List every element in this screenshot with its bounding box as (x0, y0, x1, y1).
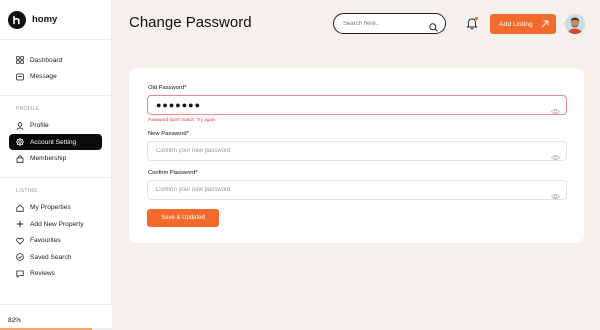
sidebar-item-label: Reviews (30, 270, 55, 277)
sidebar-item-label: Add New Property (30, 220, 84, 228)
confirm-password-field[interactable] (147, 180, 567, 200)
search-icon[interactable] (429, 19, 438, 37)
old-password-field[interactable] (147, 95, 567, 115)
progress-label: 82% (8, 317, 22, 324)
search-box[interactable] (333, 13, 446, 34)
sidebar-item-message[interactable]: Message (9, 69, 102, 85)
sidebar-item-saved-search[interactable]: Saved Search (9, 249, 102, 265)
old-password-error: Password didn't match, Try again (148, 117, 216, 122)
old-password-input[interactable] (156, 100, 546, 110)
confirm-password-input[interactable] (156, 187, 546, 193)
add-listing-button[interactable]: Add Listing (490, 14, 556, 34)
sidebar-item-profile[interactable]: Profile (9, 118, 102, 134)
brand[interactable]: homy (0, 0, 111, 40)
user-icon (16, 121, 24, 130)
sidebar-item-label: My Properties (30, 204, 71, 211)
check-circle-icon (16, 253, 24, 261)
avatar[interactable] (565, 14, 585, 34)
eye-icon[interactable] (551, 187, 560, 205)
section-title-profile: PROFILE (16, 105, 40, 112)
new-password-input[interactable] (156, 148, 546, 154)
review-icon (16, 270, 24, 278)
sidebar-item-reviews[interactable]: Reviews (9, 266, 102, 282)
change-password-card: Old Password* Password didn't match, Try… (129, 68, 584, 243)
eye-icon[interactable] (551, 102, 560, 120)
sidebar-item-label: Saved Search (30, 253, 72, 261)
home-icon (16, 203, 24, 212)
notification-bell-icon[interactable] (466, 17, 478, 30)
grid-icon (16, 56, 24, 64)
sidebar-item-favourites[interactable]: Favourites (9, 233, 102, 249)
arrow-up-right-icon (541, 20, 549, 30)
brand-name: homy (32, 14, 58, 25)
heart-icon (16, 237, 24, 245)
page-title: Change Password (129, 14, 252, 31)
save-updated-button[interactable]: Save & Updated (147, 209, 219, 227)
sidebar-item-label: Favourites (30, 237, 61, 244)
notification-dot (475, 17, 478, 20)
sidebar-item-dashboard[interactable]: Dashboard (9, 52, 102, 68)
sidebar-item-membership[interactable]: Membership (9, 151, 102, 167)
message-icon (16, 73, 24, 81)
new-password-label: New Password* (148, 131, 189, 137)
section-title-listing: LISTING (16, 187, 38, 194)
plus-icon (16, 220, 24, 228)
profile-completion: 82% (0, 304, 112, 330)
sidebar-item-my-properties[interactable]: My Properties (9, 200, 102, 216)
eye-icon[interactable] (551, 148, 560, 166)
divider (0, 176, 111, 178)
sidebar-item-add-new-property[interactable]: Add New Property (9, 216, 102, 232)
homy-logo-icon (8, 10, 26, 29)
sidebar-item-label: Dashboard (30, 56, 63, 64)
gear-icon (16, 138, 24, 146)
sidebar-item-label: Account Setting (30, 138, 77, 146)
divider (0, 94, 111, 96)
sidebar-item-account-setting[interactable]: Account Setting (9, 134, 102, 150)
new-password-field[interactable] (147, 141, 567, 161)
sidebar: homy Dashboard Message PROFILE Profile A… (0, 0, 112, 330)
search-input[interactable] (343, 20, 429, 27)
sidebar-item-label: Membership (30, 155, 67, 162)
sidebar-item-label: Profile (30, 122, 49, 129)
old-password-label: Old Password* (148, 85, 187, 91)
sidebar-item-label: Message (30, 73, 57, 80)
confirm-password-label: Confirm Password* (148, 170, 198, 176)
add-listing-label: Add Listing (499, 20, 533, 28)
membership-icon (16, 154, 24, 163)
